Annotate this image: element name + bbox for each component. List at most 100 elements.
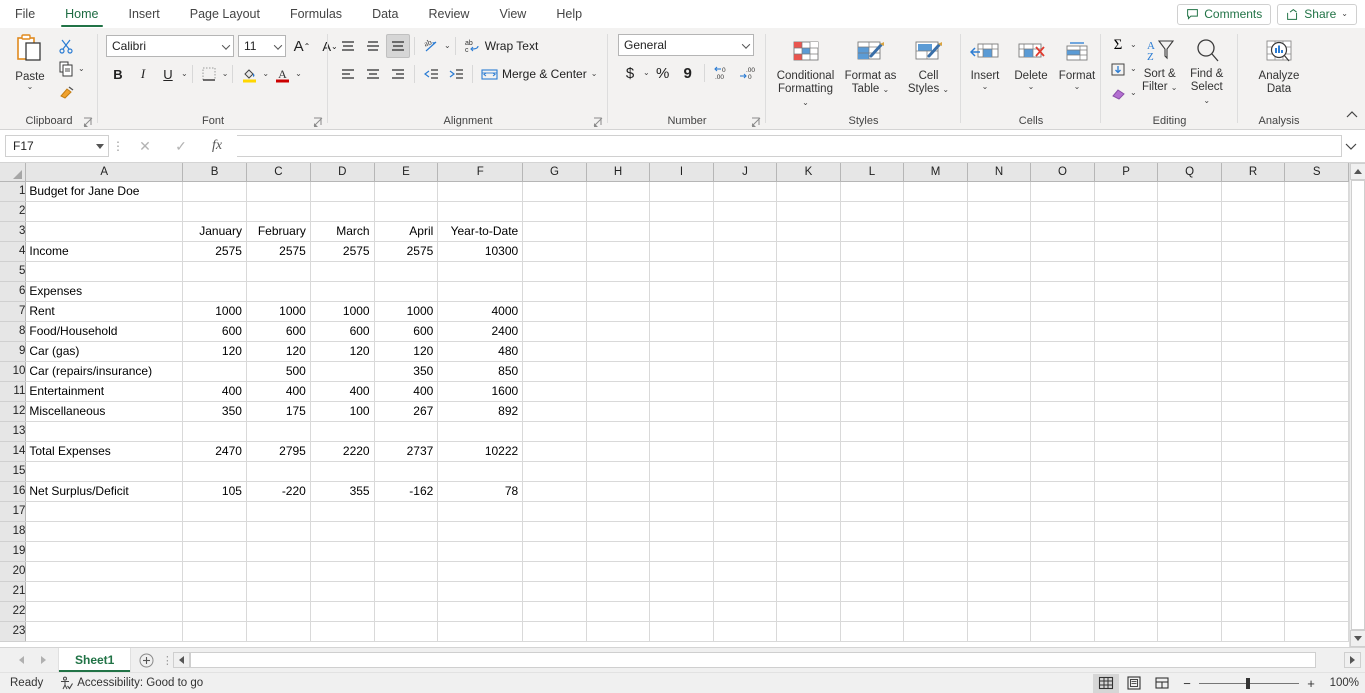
cell-M15[interactable] xyxy=(903,461,968,482)
align-right-button[interactable] xyxy=(386,62,410,86)
cell-E7[interactable]: 1000 xyxy=(374,301,439,322)
cell-D18[interactable] xyxy=(310,521,375,542)
cell-C9[interactable]: 120 xyxy=(246,341,311,362)
cell-O6[interactable] xyxy=(1030,281,1095,302)
cell-I6[interactable] xyxy=(649,281,714,302)
cell-B11[interactable]: 400 xyxy=(182,381,247,402)
increase-indent-button[interactable] xyxy=(444,62,468,86)
row-header-10[interactable]: 10 xyxy=(0,361,27,382)
clear-chevron-down-icon[interactable]: ⌄ xyxy=(1130,89,1137,97)
cell-N8[interactable] xyxy=(967,321,1032,342)
cell-S8[interactable] xyxy=(1284,321,1349,342)
cell-M12[interactable] xyxy=(903,401,968,422)
cell-H16[interactable] xyxy=(586,481,651,502)
column-header-n[interactable]: N xyxy=(967,163,1032,182)
cell-J6[interactable] xyxy=(713,281,778,302)
cell-M18[interactable] xyxy=(903,521,968,542)
cell-Q22[interactable] xyxy=(1157,601,1222,622)
share-button[interactable]: Share ⌄ xyxy=(1277,3,1357,25)
cell-G12[interactable] xyxy=(522,401,587,422)
cell-C5[interactable] xyxy=(246,261,311,282)
cell-O9[interactable] xyxy=(1030,341,1095,362)
delete-cells-button[interactable]: Delete ⌄ xyxy=(1009,34,1053,91)
worksheet-grid[interactable]: ABCDEFGHIJKLMNOPQRS 1 Budget for Jane Doe… xyxy=(0,163,1349,647)
cell-Q18[interactable] xyxy=(1157,521,1222,542)
orientation-button[interactable]: ab xyxy=(419,34,443,58)
cell-A12[interactable]: Miscellaneous xyxy=(25,401,184,422)
autosum-chevron-down-icon[interactable]: ⌄ xyxy=(1130,41,1137,49)
row-header-3[interactable]: 3 xyxy=(0,221,27,242)
cell-N5[interactable] xyxy=(967,261,1032,282)
cell-A1[interactable]: Budget for Jane Doe xyxy=(25,181,184,202)
cell-F14[interactable]: 10222 xyxy=(437,441,524,462)
cell-E22[interactable] xyxy=(374,601,439,622)
cell-B1[interactable] xyxy=(182,181,247,202)
scroll-left-button[interactable] xyxy=(173,652,191,668)
cell-C2[interactable] xyxy=(246,201,311,222)
cell-I21[interactable] xyxy=(649,581,714,602)
cell-K12[interactable] xyxy=(776,401,841,422)
cell-C23[interactable] xyxy=(246,621,311,642)
font-color-chevron-down-icon[interactable]: ⌄ xyxy=(295,70,302,78)
cell-C4[interactable]: 2575 xyxy=(246,241,311,262)
cell-M7[interactable] xyxy=(903,301,968,322)
cell-C13[interactable] xyxy=(246,421,311,442)
cell-I3[interactable] xyxy=(649,221,714,242)
cell-C15[interactable] xyxy=(246,461,311,482)
cell-O15[interactable] xyxy=(1030,461,1095,482)
cell-B9[interactable]: 120 xyxy=(182,341,247,362)
normal-view-button[interactable] xyxy=(1093,673,1119,693)
cell-Q6[interactable] xyxy=(1157,281,1222,302)
format-as-table-chevron-down-icon[interactable]: ⌄ xyxy=(883,85,890,94)
cell-C16[interactable]: -220 xyxy=(246,481,311,502)
cell-F17[interactable] xyxy=(437,501,524,522)
cell-G16[interactable] xyxy=(522,481,587,502)
cell-E14[interactable]: 2737 xyxy=(374,441,439,462)
conditional-formatting-button[interactable]: Conditional Formatting ⌄ xyxy=(773,34,839,109)
format-cells-chevron-down-icon[interactable]: ⌄ xyxy=(1074,83,1081,91)
cell-A23[interactable] xyxy=(25,621,184,642)
cell-Q16[interactable] xyxy=(1157,481,1222,502)
autosum-button[interactable]: Σ xyxy=(1106,33,1130,57)
cell-P13[interactable] xyxy=(1094,421,1159,442)
cell-P10[interactable] xyxy=(1094,361,1159,382)
cell-J2[interactable] xyxy=(713,201,778,222)
align-middle-button[interactable] xyxy=(361,34,385,58)
column-header-j[interactable]: J xyxy=(713,163,778,182)
cell-R19[interactable] xyxy=(1221,541,1286,562)
row-header-7[interactable]: 7 xyxy=(0,301,27,322)
underline-chevron-down-icon[interactable]: ⌄ xyxy=(181,70,188,78)
row-header-4[interactable]: 4 xyxy=(0,241,27,262)
bold-button[interactable]: B xyxy=(106,62,130,86)
font-family-chevron-down-icon[interactable] xyxy=(223,39,229,53)
cell-Q9[interactable] xyxy=(1157,341,1222,362)
cell-H7[interactable] xyxy=(586,301,651,322)
row-header-11[interactable]: 11 xyxy=(0,381,27,402)
column-header-e[interactable]: E xyxy=(374,163,439,182)
cell-O4[interactable] xyxy=(1030,241,1095,262)
cell-I14[interactable] xyxy=(649,441,714,462)
cell-I13[interactable] xyxy=(649,421,714,442)
increase-decimal-button[interactable]: 0 .00 xyxy=(709,61,734,85)
align-left-button[interactable] xyxy=(336,62,360,86)
align-top-button[interactable] xyxy=(336,34,360,58)
cell-L7[interactable] xyxy=(840,301,905,322)
cell-S11[interactable] xyxy=(1284,381,1349,402)
cell-K5[interactable] xyxy=(776,261,841,282)
cell-K23[interactable] xyxy=(776,621,841,642)
cell-Q17[interactable] xyxy=(1157,501,1222,522)
cell-R11[interactable] xyxy=(1221,381,1286,402)
cancel-entry-button[interactable]: ✕ xyxy=(127,134,163,158)
cell-E10[interactable]: 350 xyxy=(374,361,439,382)
merge-center-chevron-down-icon[interactable]: ⌄ xyxy=(591,70,598,78)
cell-D13[interactable] xyxy=(310,421,375,442)
cell-M10[interactable] xyxy=(903,361,968,382)
cell-F5[interactable] xyxy=(437,261,524,282)
name-box-chevron-down-icon[interactable] xyxy=(96,143,104,149)
cell-I20[interactable] xyxy=(649,561,714,582)
cell-D14[interactable]: 2220 xyxy=(310,441,375,462)
tab-help[interactable]: Help xyxy=(541,0,597,28)
row-header-19[interactable]: 19 xyxy=(0,541,27,562)
cell-M2[interactable] xyxy=(903,201,968,222)
borders-chevron-down-icon[interactable]: ⌄ xyxy=(222,70,229,78)
